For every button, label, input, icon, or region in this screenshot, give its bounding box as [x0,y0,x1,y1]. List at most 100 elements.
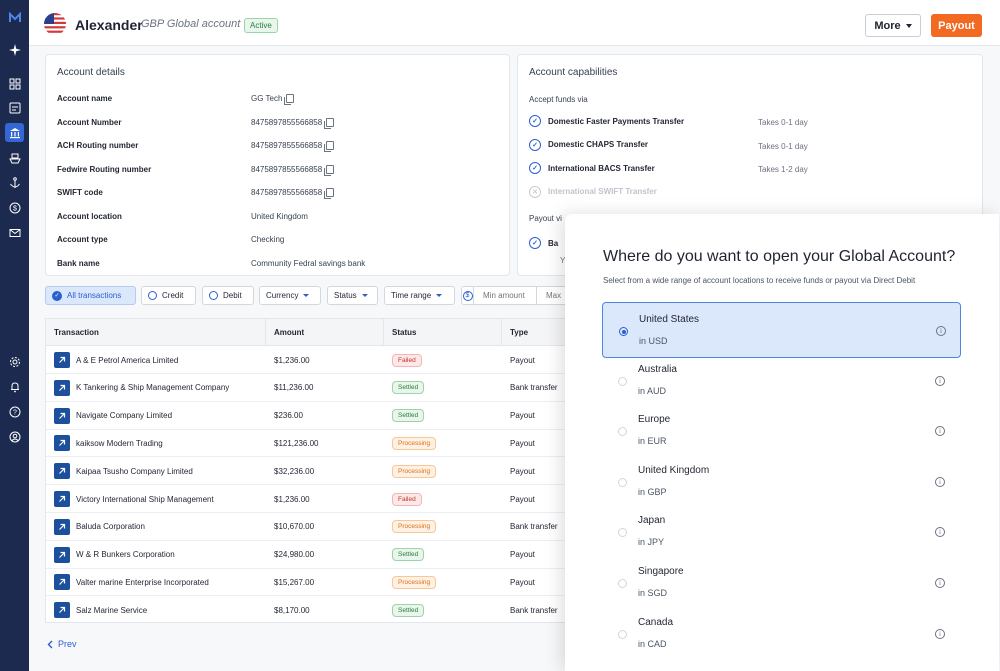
dollar-icon[interactable]: $ [5,198,24,217]
status-badge: Processing [392,575,437,589]
status-cell: Failed [392,346,422,374]
table-row[interactable]: Valter marine Enterprise Incorporated $15… [46,568,584,597]
location-option[interactable]: Europe in EUR i [602,403,961,459]
all-transactions-filter[interactable]: ✓ All transactions [45,286,136,305]
bank-icon[interactable] [5,123,24,142]
more-button[interactable]: More [865,14,921,37]
table-row[interactable]: Victory International Ship Management $1,… [46,485,584,513]
location-option[interactable]: Japan in JPY i [602,504,961,560]
table-row[interactable]: kaiksow Modern Trading $121,236.00 Process… [46,429,584,458]
info-icon[interactable]: i [936,326,946,336]
radio-icon[interactable] [618,629,627,639]
copy-icon[interactable] [324,188,335,199]
column-header-transaction[interactable]: Transaction [46,319,266,346]
radio-icon[interactable] [618,427,627,437]
location-name: Singapore [638,566,684,577]
location-option[interactable]: Canada in CAD i [602,606,961,662]
transaction-name: Kaipaa Tsusho Company Limited [76,466,193,476]
location-currency: in GBP [638,486,667,497]
prev-page-button[interactable]: Prev [47,639,77,649]
transaction-cell: Victory International Ship Management [54,485,214,513]
transaction-cell: Kaipaa Tsusho Company Limited [54,457,193,485]
arrow-up-right-icon [54,518,70,535]
currency-filter[interactable]: Currency [259,286,321,305]
amount-range-input[interactable]: $ [461,286,571,305]
type-cell: Bank transfer [510,522,558,532]
status-badge: Failed [392,353,422,367]
bell-icon[interactable] [5,377,24,396]
account-detail-value: GG Tech [251,94,295,105]
info-icon[interactable]: i [935,527,945,538]
time-range-filter[interactable]: Time range [384,286,455,305]
table-row[interactable]: Navigate Company Limited $236.00 Settled Pa… [46,402,584,430]
debit-filter[interactable]: Debit [202,286,254,305]
panel-subtitle: Select from a wide range of account loca… [603,276,916,285]
transaction-name: K Tankering & Ship Management Company [76,383,230,393]
transaction-name: Victory International Ship Management [76,494,214,504]
radio-icon[interactable] [618,376,627,386]
sparkle-icon[interactable] [5,40,24,59]
info-icon[interactable]: i [935,578,945,588]
mail-icon[interactable] [5,223,24,242]
gear-icon[interactable] [5,352,24,371]
column-header-status[interactable]: Status [384,319,502,346]
location-name: Europe [638,414,671,426]
location-option[interactable]: Singapore in SGD i [602,555,961,611]
help-icon[interactable]: ? [5,402,24,421]
table-row[interactable]: Kaipaa Tsusho Company Limited $32,236.00 P… [46,457,584,486]
info-icon[interactable]: i [935,476,945,487]
status-badge: Processing [392,520,437,534]
credit-filter[interactable]: Credit [141,286,196,305]
account-detail-value: Community Fedral savings bank [251,259,365,268]
info-icon[interactable]: i [935,426,945,437]
table-row[interactable]: Baluda Corporation $10,670.00 Processing Ba… [46,513,584,541]
status-cell: Processing [392,513,437,541]
table-row[interactable]: W & R Bunkers Corporation $24,980.00 Settl… [46,541,584,569]
type-cell: Payout [510,355,535,365]
x-circle-icon: ✕ [529,185,541,198]
min-amount-input[interactable] [479,287,537,304]
account-details-title: Account details [57,67,125,78]
amount-cell: $8,170.00 [274,605,310,615]
payout-button[interactable]: Payout [931,14,982,37]
location-option[interactable]: United Kingdom in GBP i [602,454,961,510]
account-detail-label: Bank name [57,258,100,268]
transaction-cell: K Tankering & Ship Management Company [54,374,229,402]
ship-icon[interactable] [5,148,24,167]
info-icon[interactable]: i [935,375,945,386]
radio-icon[interactable] [619,327,628,336]
status-cell: Settled [392,374,425,402]
dashboard-icon[interactable] [5,74,24,93]
location-option[interactable]: Australia in AUD i [602,353,961,409]
copy-icon[interactable] [324,117,335,129]
radio-icon [209,291,218,300]
user-icon[interactable] [5,427,24,446]
info-icon[interactable]: i [935,628,945,639]
logo-icon[interactable] [5,8,24,27]
column-header-amount[interactable]: Amount [266,319,384,346]
arrow-up-right-icon [54,546,70,563]
arrow-up-right-icon [54,463,70,480]
ledger-icon[interactable] [5,98,24,117]
transaction-name: Baluda Corporation [76,522,145,532]
copy-icon[interactable] [324,141,335,152]
anchor-icon[interactable] [5,173,24,192]
type-cell: Payout [510,494,535,504]
account-detail-value-text: 8475897855566858 [251,141,323,150]
status-cell: Settled [392,402,425,430]
radio-icon[interactable] [618,477,627,487]
table-row[interactable]: K Tankering & Ship Management Company $11… [46,374,584,402]
copy-icon[interactable] [324,164,335,176]
prev-label: Prev [58,639,77,649]
table-row[interactable]: Salz Marine Service $8,170.00 Settled Bank … [46,596,584,622]
chevron-down-icon [361,294,368,297]
radio-icon[interactable] [618,528,627,538]
amount-cell: $15,267.00 [274,577,315,587]
arrow-up-right-icon [54,407,70,424]
radio-icon[interactable] [618,579,627,588]
table-row[interactable]: A & E Petrol America Limited $1,236.00 Fai… [46,346,584,374]
location-name: United States [639,314,700,325]
copy-icon[interactable] [284,94,295,105]
location-option[interactable]: United States in USD i [602,302,961,358]
status-filter[interactable]: Status [327,286,378,305]
